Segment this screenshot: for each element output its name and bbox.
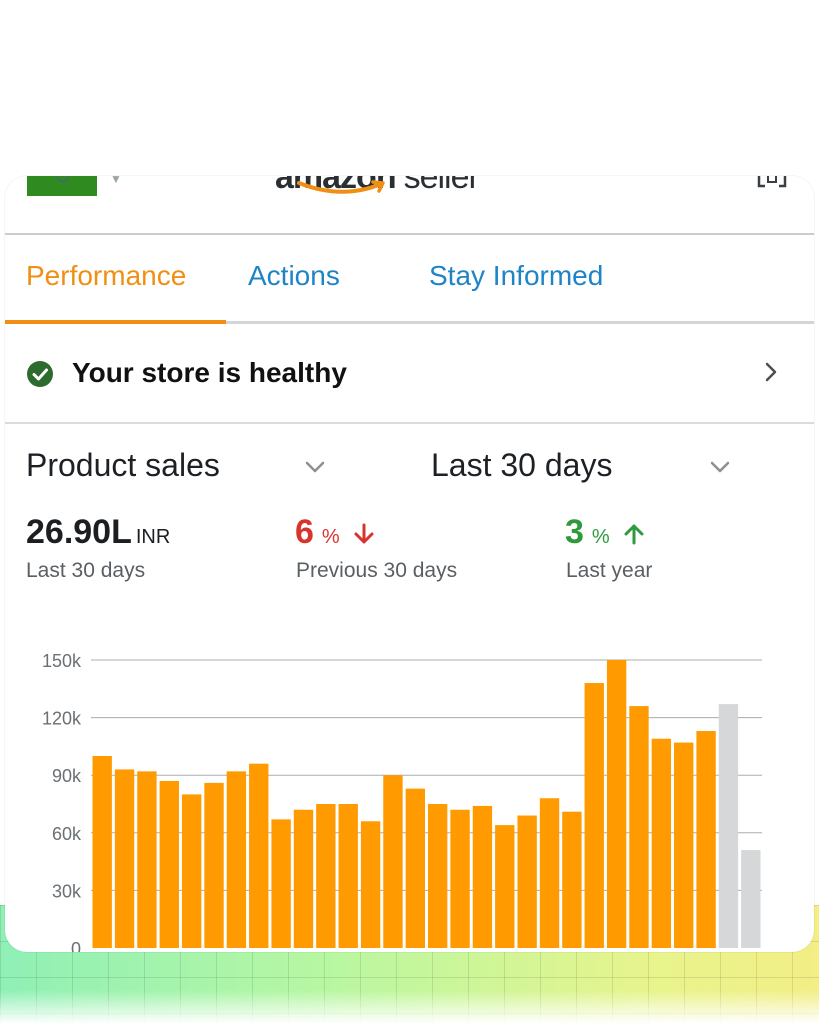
chevron-down-icon[interactable] xyxy=(304,459,326,475)
sales-bar[interactable] xyxy=(674,742,694,948)
sales-bar[interactable] xyxy=(472,805,493,948)
last-year-change-unit: % xyxy=(591,526,610,548)
sales-bar[interactable] xyxy=(316,804,336,948)
last-year-change: 3% xyxy=(565,513,645,552)
previous-period-change: 6% xyxy=(295,513,375,552)
previous-change-value: 6 xyxy=(295,513,314,551)
y-tick-label: 150k xyxy=(42,651,82,671)
store-health-row[interactable]: Your store is healthy xyxy=(5,324,814,424)
sales-bar[interactable] xyxy=(114,769,135,948)
chart-canvas: 0 30k 60k 90k 120k 150k xyxy=(42,651,762,952)
metric-dropdown[interactable]: Product sales xyxy=(26,447,220,484)
total-sales-amount: 26.90L xyxy=(26,513,132,551)
sales-bar[interactable] xyxy=(383,775,403,948)
arrow-up-icon xyxy=(624,524,644,545)
store-health-text: Your store is healthy xyxy=(72,357,347,388)
last-year-label: Last year xyxy=(566,559,653,582)
chevron-down-icon[interactable]: ▼ xyxy=(110,176,122,186)
y-tick-label: 90k xyxy=(52,766,82,786)
sales-bar[interactable] xyxy=(539,798,560,948)
sales-bar[interactable] xyxy=(696,731,716,948)
scan-icon[interactable] xyxy=(757,176,787,192)
sales-bar[interactable] xyxy=(159,780,179,948)
tab-bar: Performance Actions Stay Informed xyxy=(5,235,814,324)
sales-bar[interactable] xyxy=(360,821,381,948)
total-sales-label: Last 30 days xyxy=(26,559,146,582)
sales-bar[interactable] xyxy=(293,809,314,948)
chevron-down-icon[interactable] xyxy=(709,459,731,475)
sales-bar[interactable] xyxy=(338,804,358,948)
sales-bar[interactable] xyxy=(651,738,672,948)
sales-bar[interactable] xyxy=(137,771,157,948)
last-year-change-value: 3 xyxy=(565,513,584,551)
sales-bar-chart: 0 30k 60k 90k 120k 150k xyxy=(5,632,814,952)
period-dropdown[interactable]: Last 30 days xyxy=(431,447,612,484)
chevron-right-icon[interactable] xyxy=(762,360,780,384)
sales-bar[interactable] xyxy=(181,794,202,948)
background-fade xyxy=(0,990,819,1024)
sales-bar[interactable] xyxy=(495,825,515,948)
logo-suffix: seller xyxy=(403,176,480,196)
y-tick-label: 60k xyxy=(52,824,82,844)
check-circle-icon xyxy=(27,361,53,387)
sales-bar[interactable] xyxy=(405,788,425,948)
y-tick-label: 30k xyxy=(52,881,82,901)
projected-sales-bar[interactable] xyxy=(741,850,761,948)
arrow-down-icon xyxy=(354,523,374,544)
sales-bar[interactable] xyxy=(562,811,582,948)
sales-bar[interactable] xyxy=(584,683,604,948)
sales-bar[interactable] xyxy=(92,756,112,948)
amazon-smile-icon xyxy=(297,180,385,194)
previous-period-label: Previous 30 days xyxy=(296,559,458,582)
sales-bar[interactable] xyxy=(271,819,291,948)
sales-bar[interactable] xyxy=(517,815,537,948)
total-sales-value: 26.90L INR xyxy=(26,513,170,552)
app-header: ▼ amazon seller xyxy=(5,176,814,235)
amazon-seller-logo: amazon seller xyxy=(275,176,555,208)
sales-bar[interactable] xyxy=(450,809,470,948)
tab-stay-informed[interactable]: Stay Informed xyxy=(429,260,603,292)
tab-actions[interactable]: Actions xyxy=(248,260,340,292)
sales-bar[interactable] xyxy=(629,706,649,948)
currency-unit: INR xyxy=(135,526,171,548)
sales-bar[interactable] xyxy=(226,771,247,948)
tab-performance[interactable]: Performance xyxy=(26,260,186,292)
sales-bar[interactable] xyxy=(428,804,448,948)
y-tick-label: 0 xyxy=(71,939,81,952)
sales-bar[interactable] xyxy=(249,763,269,948)
sales-bar[interactable] xyxy=(606,660,627,948)
sales-bar[interactable] xyxy=(204,782,224,948)
seller-app-card: ▼ amazon seller Performance Actions Stay … xyxy=(5,176,814,952)
projected-sales-bar[interactable] xyxy=(718,704,739,948)
y-tick-label: 120k xyxy=(42,709,82,729)
previous-change-unit: % xyxy=(321,526,340,548)
